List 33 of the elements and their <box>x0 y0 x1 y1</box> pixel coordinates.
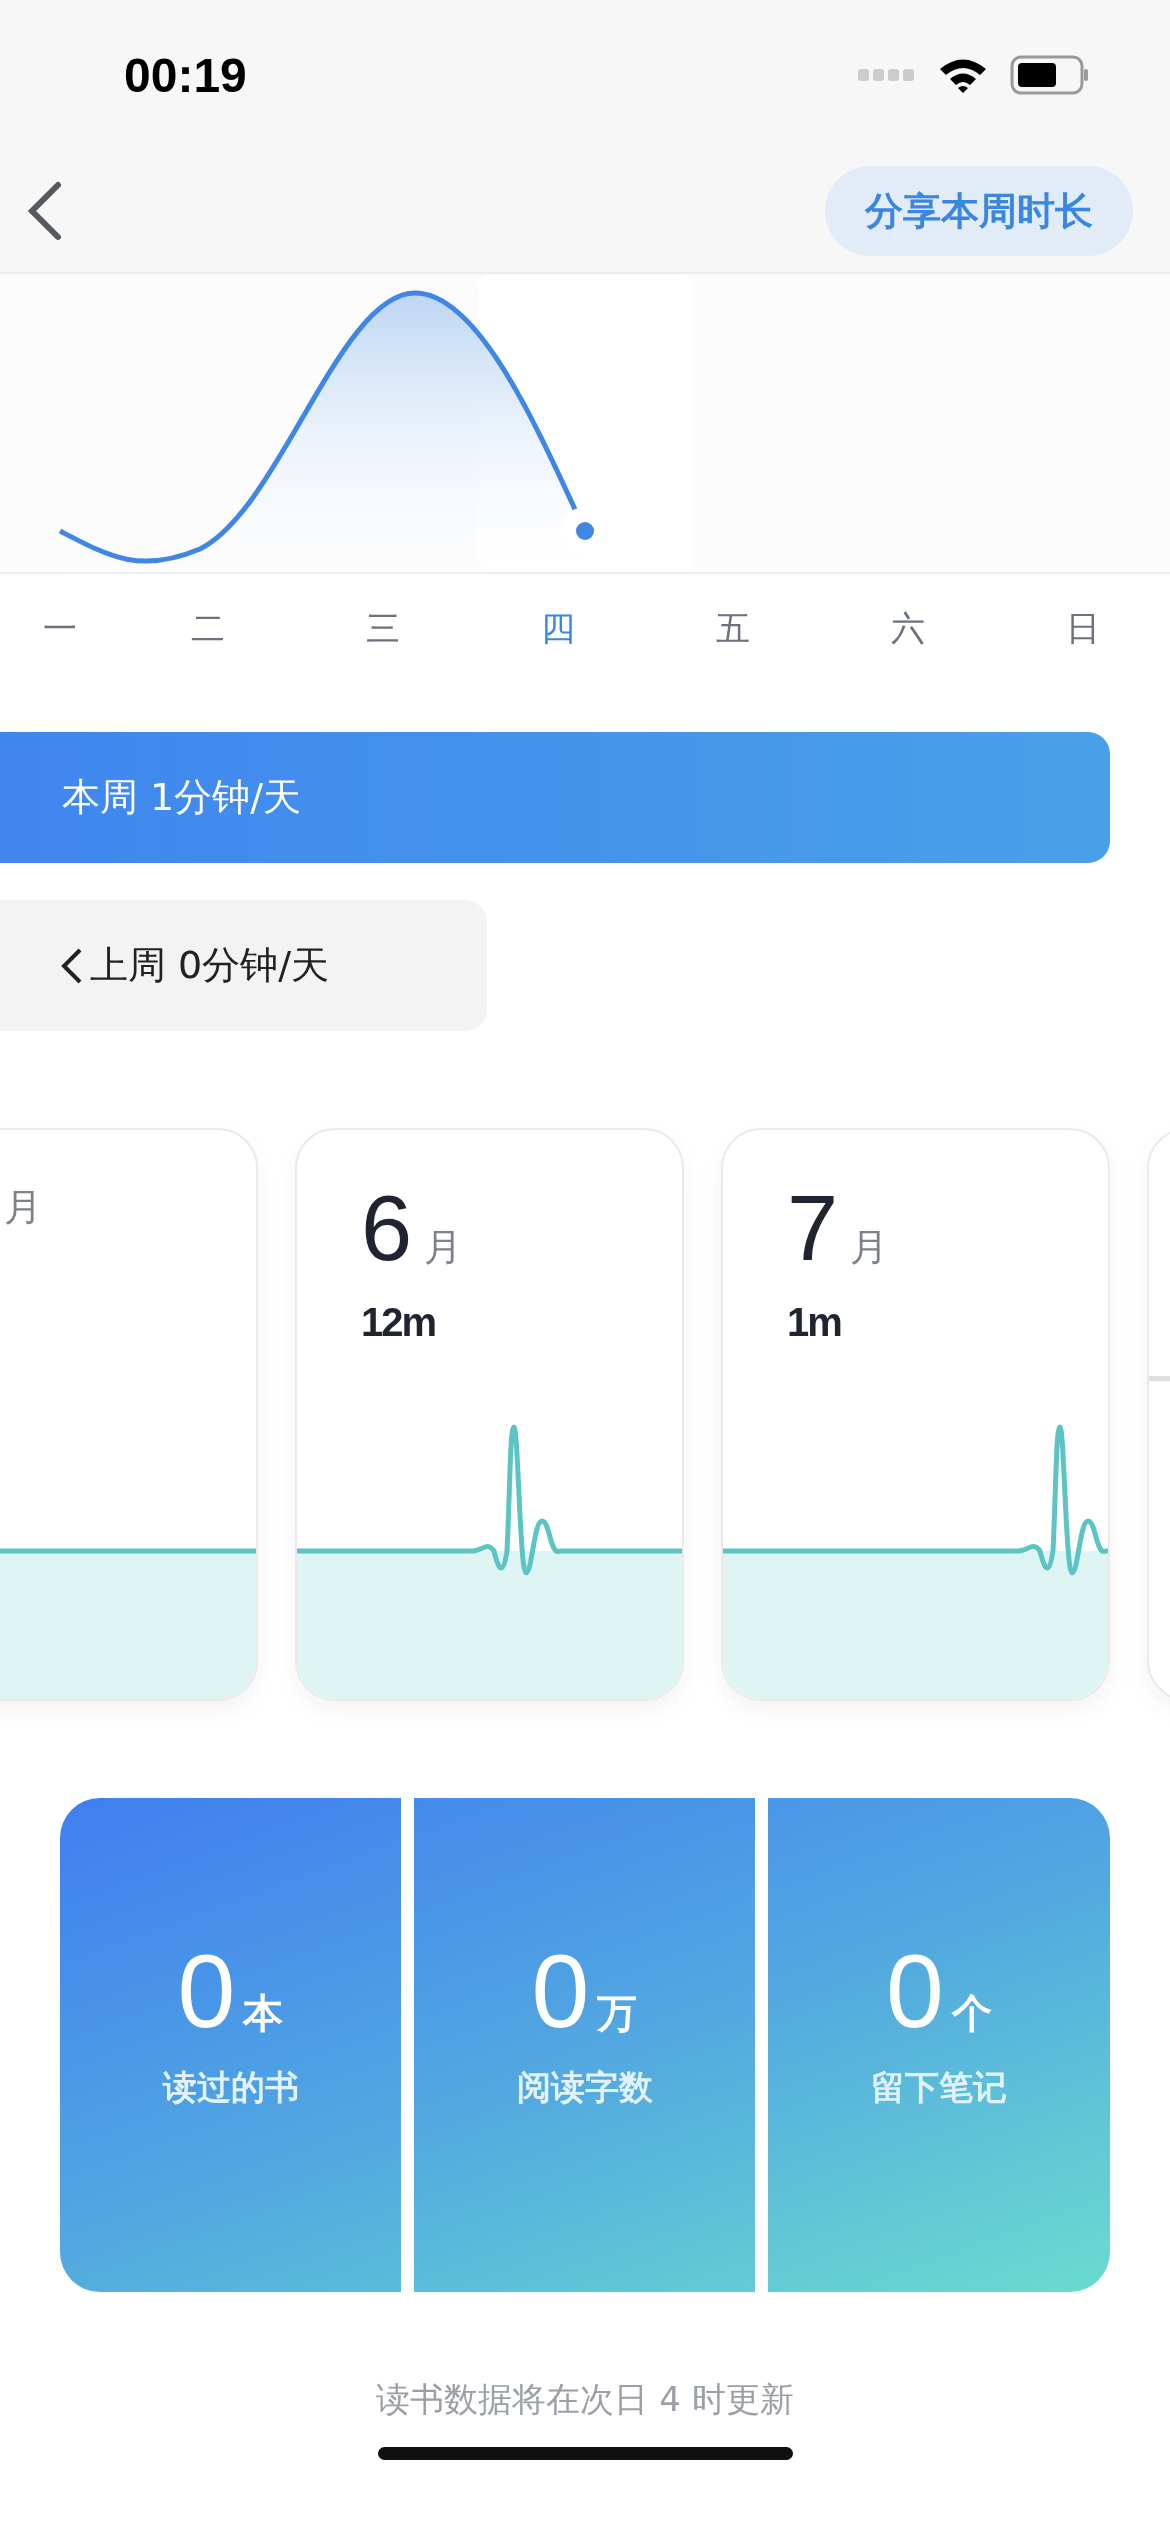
signal-icon <box>858 67 916 83</box>
stat-label: 阅读字数 <box>516 2066 653 2109</box>
weekday-tab[interactable]: 一 <box>0 606 120 652</box>
weekday-tab[interactable]: 三 <box>295 606 470 652</box>
month-card[interactable]: 7 月 1m <box>721 1128 1110 1701</box>
stat-value: 0 <box>531 1939 590 2043</box>
month-unit: 月 <box>850 1224 889 1271</box>
month-number: 6 <box>361 1182 413 1274</box>
month-unit: 月 <box>424 1224 463 1271</box>
stat-value: 0 <box>177 1939 236 2043</box>
stat-unit: 个 <box>951 1989 992 2038</box>
battery-icon <box>1010 55 1090 95</box>
month-card[interactable]: 6 月 12m <box>295 1128 684 1701</box>
last-week-button[interactable]: 上周 0分钟/天 <box>0 900 487 1031</box>
weekday-tab[interactable]: 六 <box>820 606 995 652</box>
month-number: 7 <box>787 1182 839 1274</box>
this-week-bar[interactable]: 本周 1分钟/天 <box>0 732 1110 863</box>
weekday-tab[interactable]: 二 <box>120 606 295 652</box>
status-time: 00:19 <box>124 47 247 103</box>
month-duration: 1m <box>787 1300 842 1345</box>
month-card[interactable]: 月 <box>0 1128 258 1701</box>
update-note: 读书数据将在次日 4 时更新 <box>375 2378 795 2421</box>
weekday-tab[interactable]: 四 <box>470 606 645 652</box>
month-duration: 12m <box>361 1300 437 1345</box>
month-unit: 月 <box>4 1184 42 1231</box>
share-button[interactable]: 分享本周时长 <box>825 166 1133 256</box>
weekday-tab[interactable]: 五 <box>645 606 820 652</box>
stat-unit: 本 <box>243 1989 284 2038</box>
stat-label: 留下笔记 <box>871 2066 1007 2109</box>
stat-unit: 万 <box>597 1989 638 2038</box>
stat-label: 读过的书 <box>162 2066 299 2109</box>
weekday-tab[interactable]: 日 <box>995 606 1170 652</box>
stat-value: 0 <box>886 1939 944 2043</box>
